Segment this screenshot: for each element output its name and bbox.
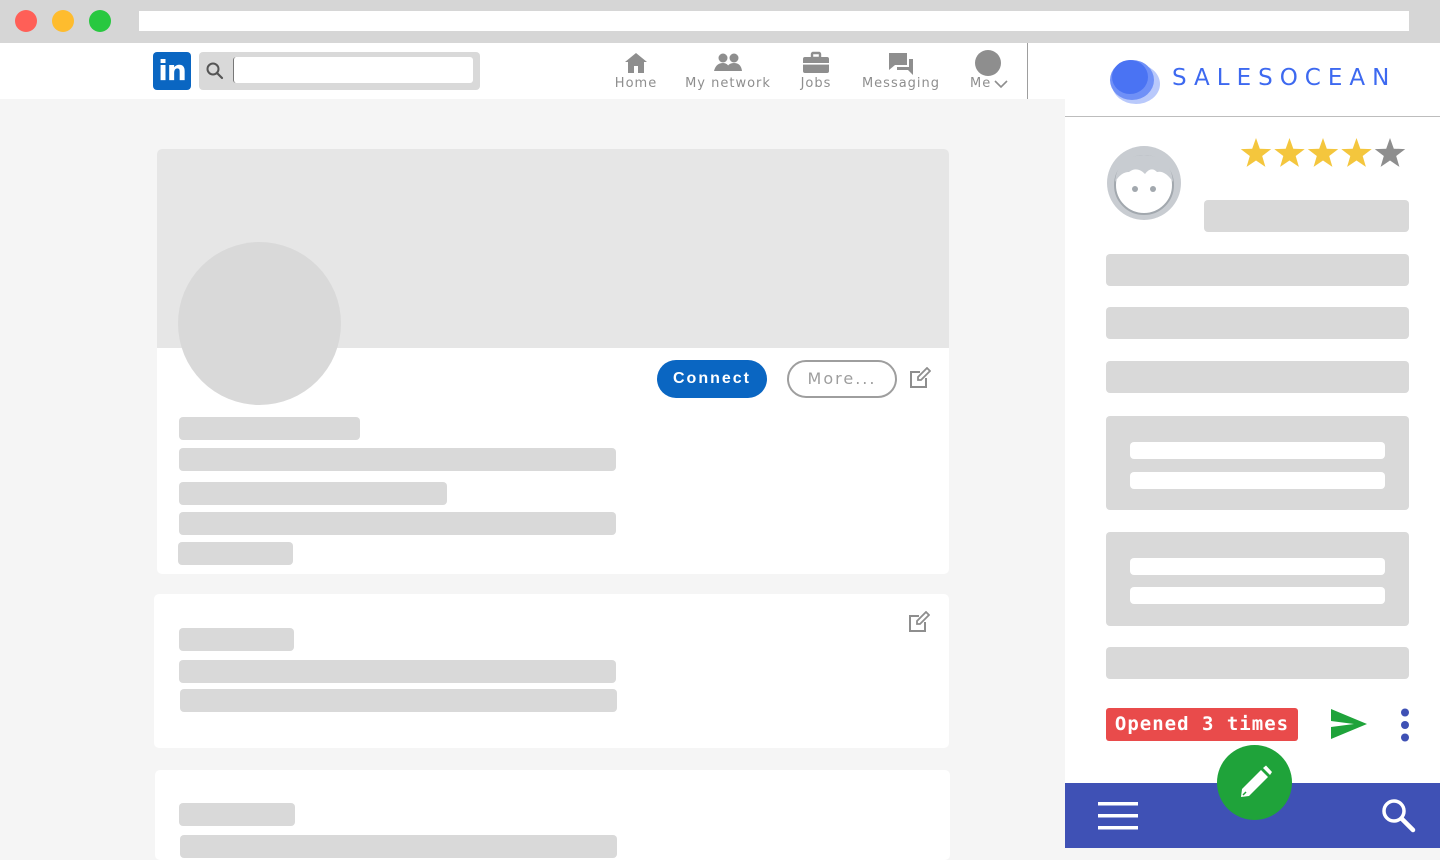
linkedin-logo[interactable]: in [153,52,191,90]
star-empty-icon[interactable] [1374,138,1406,167]
search-input[interactable] [233,57,473,83]
star-filled-icon[interactable] [1341,138,1372,167]
edit-icon[interactable] [908,610,931,637]
linkedin-navbar: in Home My network Jobs Messaging Me Wo [0,43,1065,99]
info-block [1106,416,1409,510]
contact-field-placeholder [1106,254,1409,286]
more-button[interactable]: More... [787,360,897,398]
profile-photo [178,242,341,405]
nav-my-network-label: My network [685,76,771,91]
contact-field-placeholder [1106,647,1409,679]
chat-icon [889,53,913,75]
briefcase-icon [803,51,829,73]
profile-headline-placeholder [179,448,616,471]
nav-jobs-label: Jobs [800,76,832,91]
info-line-placeholder [1130,587,1385,604]
section-line-placeholder [180,689,617,712]
star-filled-icon[interactable] [1307,138,1339,167]
section-title-placeholder [179,628,294,651]
opened-count-badge: Opened 3 times [1106,708,1298,741]
minimize-window-button[interactable] [52,10,74,32]
nav-me-label-wrap: Me [966,76,1010,91]
section-line-placeholder [180,835,617,858]
pencil-icon [1237,765,1273,805]
close-window-button[interactable] [15,10,37,32]
salesocean-brand: SALESOCEAN [1172,65,1397,91]
home-icon [625,53,647,73]
section-line-placeholder [179,660,616,683]
info-line-placeholder [1130,558,1385,575]
star-filled-icon[interactable] [1274,138,1305,167]
nav-messaging-label: Messaging [861,76,941,91]
chevron-down-icon [994,80,1008,89]
search-icon[interactable] [1380,797,1416,837]
browser-titlebar [0,0,1440,43]
nav-home-label: Home [614,76,658,91]
connect-button[interactable]: Connect [657,360,767,398]
send-icon[interactable] [1330,707,1368,745]
profile-connections-placeholder [178,542,293,565]
star-filled-icon[interactable] [1240,138,1272,167]
compose-fab[interactable] [1217,745,1292,820]
nav-me-label: Me [970,76,992,91]
search-icon [205,61,225,85]
people-icon [714,53,742,71]
salesocean-logo [1103,55,1163,111]
address-bar[interactable] [139,11,1409,31]
section-title-placeholder [179,803,295,826]
profile-name-placeholder [179,417,360,440]
more-vert-icon[interactable] [1398,708,1412,746]
rating-stars[interactable] [1239,137,1409,171]
nav-divider [1027,43,1028,99]
salesocean-panel: SALESOCEAN Opened 3 times [1065,43,1440,848]
maximize-window-button[interactable] [89,10,111,32]
edit-icon[interactable] [909,366,932,393]
info-block [1106,532,1409,626]
salesocean-header: SALESOCEAN [1065,43,1440,117]
info-line-placeholder [1130,472,1385,489]
contact-field-placeholder [1106,361,1409,393]
info-line-placeholder [1130,442,1385,459]
contact-avatar [1105,144,1183,226]
profile-location-placeholder [179,482,447,505]
profile-info-placeholder [179,512,616,535]
menu-icon[interactable] [1098,802,1138,834]
avatar-icon [975,50,1001,76]
stars-svg [1240,138,1406,167]
contact-name-placeholder [1204,200,1409,232]
contact-field-placeholder [1106,307,1409,339]
